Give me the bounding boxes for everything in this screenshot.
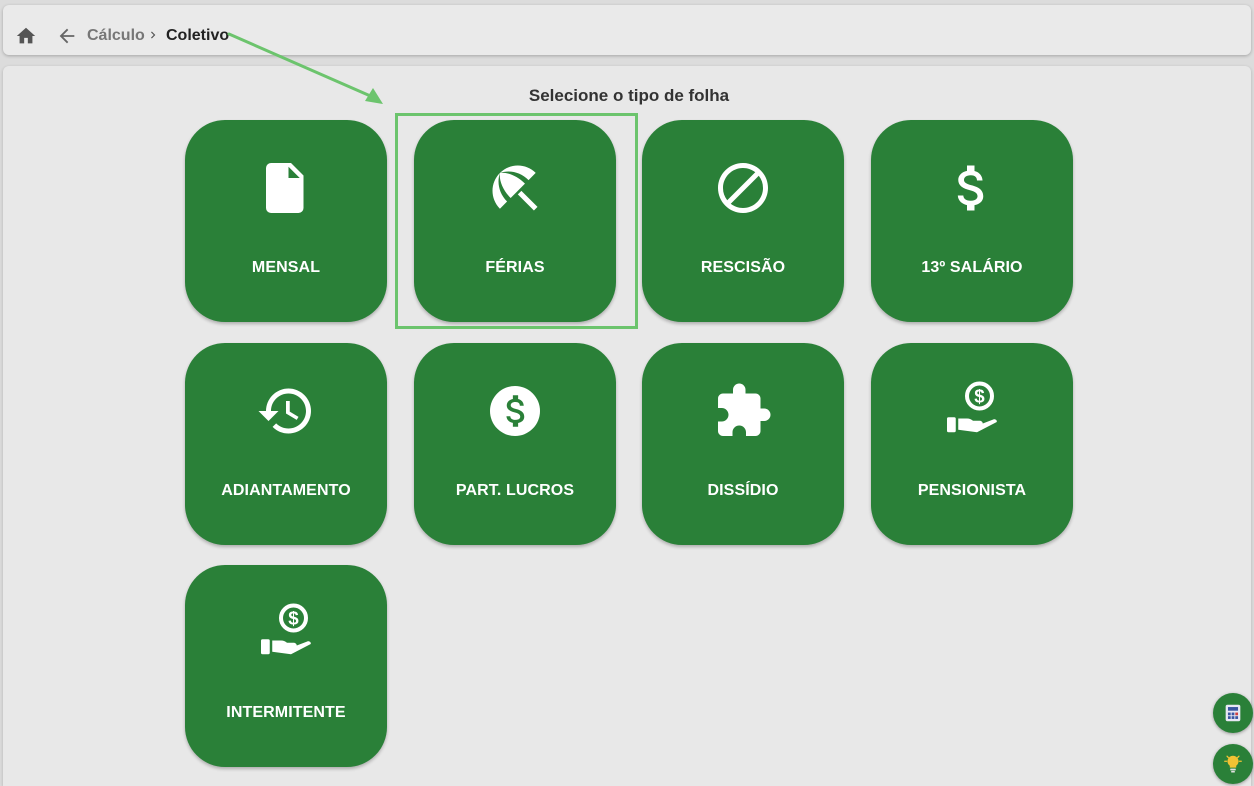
tile-adiantamento[interactable]: ADIANTAMENTO <box>185 343 387 545</box>
tile-label: ADIANTAMENTO <box>221 482 351 499</box>
tile-label: PENSIONISTA <box>917 482 1027 499</box>
dollar-circle-icon <box>490 386 540 436</box>
tile-pensionista[interactable]: $ PENSIONISTA <box>871 343 1073 545</box>
annotation-arrow-icon <box>227 32 383 104</box>
tile-label: MENSAL <box>251 259 321 276</box>
block-icon <box>718 163 768 213</box>
tile-label: 13º SALÁRIO <box>921 259 1023 276</box>
tile-rescisao[interactable]: RESCISÃO <box>642 120 844 322</box>
lightbulb-icon <box>1224 755 1242 773</box>
document-icon <box>266 163 304 213</box>
back-arrow-icon[interactable] <box>56 25 78 47</box>
top-bar: Cálculo Coletivo <box>3 5 1251 55</box>
history-icon <box>258 388 311 434</box>
tile-label: INTERMITENTE <box>226 704 346 721</box>
calculator-icon <box>1225 704 1241 722</box>
chevron-right-icon <box>151 31 156 39</box>
hand-coin-icon: $ <box>261 603 311 655</box>
calculator-button[interactable] <box>1213 693 1253 733</box>
tile-label: DISSÍDIO <box>707 482 779 499</box>
svg-text:$: $ <box>288 608 299 629</box>
puzzle-icon <box>718 383 771 436</box>
tile-label: PART. LUCROS <box>455 482 575 499</box>
dollar-icon <box>957 165 984 211</box>
tile-intermitente[interactable]: $ INTERMITENTE <box>185 565 387 767</box>
hand-coin-icon: $ <box>947 381 997 433</box>
tile-part-lucros[interactable]: PART. LUCROS <box>414 343 616 545</box>
tile-13-salario[interactable]: 13º SALÁRIO <box>871 120 1073 322</box>
tips-button[interactable] <box>1213 744 1253 784</box>
tile-dissidio[interactable]: DISSÍDIO <box>642 343 844 545</box>
home-icon[interactable] <box>15 25 37 47</box>
breadcrumb-current: Coletivo <box>166 27 230 44</box>
tile-label: RESCISÃO <box>700 259 786 276</box>
breadcrumb-parent[interactable]: Cálculo <box>87 27 145 45</box>
page-title: Selecione o tipo de folha <box>528 86 730 105</box>
svg-text:$: $ <box>974 386 985 407</box>
highlight-box <box>395 113 638 329</box>
tile-mensal[interactable]: MENSAL <box>185 120 387 322</box>
